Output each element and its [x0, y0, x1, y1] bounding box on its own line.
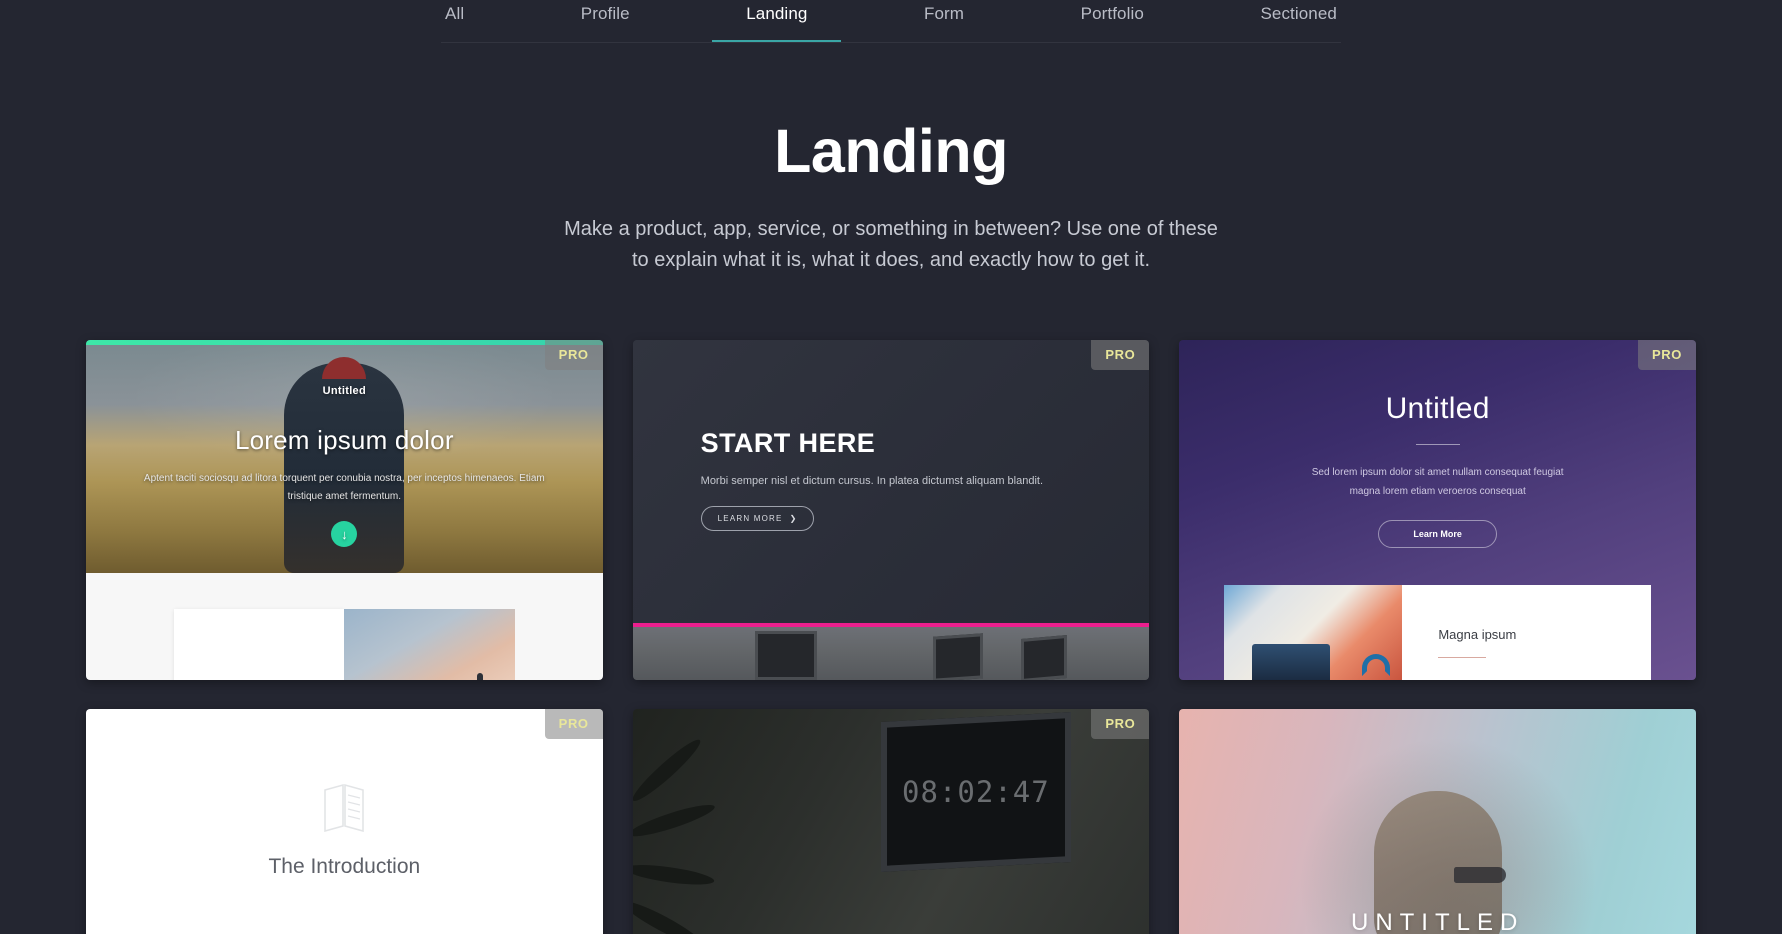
pro-badge: PRO [544, 340, 603, 370]
card-hero-photo: Untitled Lorem ipsum dolor Aptent taciti… [86, 345, 603, 573]
card-lower-section [86, 573, 603, 680]
pro-badge: PRO [544, 709, 603, 739]
template-card-lorem-ipsum-dolor[interactable]: PRO Untitled Lorem ipsum dolor Aptent ta… [86, 340, 603, 680]
card-title: Lorem ipsum dolor [234, 425, 454, 455]
template-category-tabs[interactable]: All Profile Landing Form Portfolio Secti… [441, 0, 1341, 43]
card-subtitle-line-2: magna lorem etiam veroeros consequat [1349, 486, 1526, 497]
learn-more-label: LEARN MORE [717, 514, 783, 523]
pro-badge: PRO [1091, 340, 1150, 370]
card-subtitle: Sed lorem ipsum dolor sit amet nullam co… [1179, 463, 1696, 501]
building-photo [632, 627, 1150, 680]
learn-more-button[interactable]: LEARN MORE ❯ [700, 506, 815, 531]
card-title: Untitled [1385, 392, 1490, 425]
sunglasses-shape [1453, 867, 1506, 883]
page-description-line-2: to explain what it is, what it does, and… [631, 249, 1151, 271]
template-grid: PRO Untitled Lorem ipsum dolor Aptent ta… [41, 340, 1741, 934]
panel-heading: Magna ipsum [1438, 627, 1517, 642]
pro-badge: PRO [1091, 709, 1150, 739]
page-title: Landing [774, 117, 1008, 185]
page-header: Landing Make a product, app, service, or… [0, 43, 1782, 276]
page-description-line-1: Make a product, app, service, or somethi… [564, 218, 1218, 240]
tab-form[interactable]: Form [920, 4, 968, 43]
card-subtitle: Morbi semper nisl et dictum cursus. In p… [700, 475, 1044, 487]
card-hero-section: START HERE Morbi semper nisl et dictum c… [632, 340, 1150, 623]
page-description: Make a product, app, service, or somethi… [0, 214, 1782, 276]
monitor-clock: 08:02:47 [902, 775, 1051, 809]
title-divider [1415, 444, 1460, 445]
window-shape [1020, 634, 1067, 680]
panel-divider [1438, 657, 1487, 658]
monitor-shape: 08:02:47 [881, 712, 1072, 872]
tab-sectioned[interactable]: Sectioned [1256, 4, 1341, 43]
card-title: START HERE [700, 428, 876, 458]
tab-landing[interactable]: Landing [712, 4, 842, 43]
pro-badge: PRO [1638, 340, 1696, 370]
tab-profile[interactable]: Profile [577, 4, 634, 43]
template-card-the-introduction[interactable]: PRO The Introduction [86, 709, 603, 934]
card-title: UNTITLED [1350, 909, 1525, 934]
template-card-untitled-pastel[interactable]: UNTITLED [1179, 709, 1696, 934]
template-card-build-the-future[interactable]: PRO 08:02:47 Build the future Aenean orn… [632, 709, 1150, 934]
card-subtitle: Aptent taciti sociosqu ad litora torquen… [143, 473, 545, 502]
tab-portfolio[interactable]: Portfolio [1077, 4, 1148, 43]
plant-shape [632, 734, 743, 934]
window-shape [754, 631, 817, 680]
open-book-icon [324, 783, 365, 832]
chevron-right-icon: ❯ [789, 514, 798, 523]
card-brand-label: Untitled [322, 385, 366, 397]
desk-photo [1224, 585, 1403, 680]
laptop-shape [1252, 644, 1331, 680]
headphones-shape [1362, 654, 1391, 676]
template-card-start-here[interactable]: PRO START HERE Morbi semper nisl et dict… [632, 340, 1150, 680]
landscape-thumbnail [344, 609, 515, 680]
arrow-down-icon[interactable]: ↓ [331, 521, 358, 547]
window-shape [932, 633, 983, 680]
template-card-untitled-purple[interactable]: PRO Untitled Sed lorem ipsum dolor sit a… [1179, 340, 1696, 680]
learn-more-button[interactable]: Learn More [1378, 520, 1497, 548]
card-title: The Introduction [268, 855, 421, 878]
card-lower-section: Magna ipsum [1224, 585, 1651, 680]
card-subtitle-line-1: Sed lorem ipsum dolor sit amet nullam co… [1311, 467, 1564, 478]
content-panel [174, 609, 345, 680]
tab-all[interactable]: All [441, 4, 468, 43]
card-hero-section: Untitled Sed lorem ipsum dolor sit amet … [1179, 340, 1696, 585]
